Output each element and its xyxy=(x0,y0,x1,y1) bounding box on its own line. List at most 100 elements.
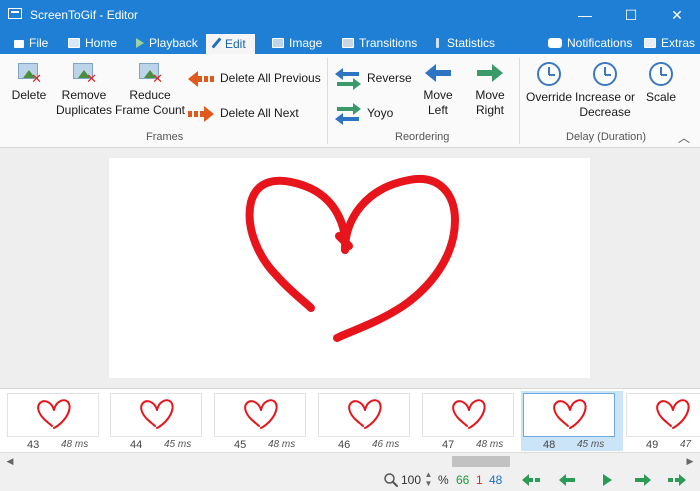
zoom-input[interactable]: 100 xyxy=(401,473,421,487)
frame-delay: 45 ms xyxy=(577,439,605,450)
move-left-label-1: Move xyxy=(423,88,453,102)
frame-delay: 48 ms xyxy=(61,439,89,450)
frame-delay: 46 ms xyxy=(372,439,400,450)
minimize-button[interactable]: — xyxy=(562,0,608,30)
clock-increase-icon xyxy=(593,62,617,86)
tab-statistics-label: Statistics xyxy=(447,36,496,50)
yoyo-icon xyxy=(335,103,361,125)
status-bar: 100 ▲▼ % 66 1 48 xyxy=(0,469,700,491)
tab-extras[interactable]: Extras xyxy=(644,33,695,54)
scale-label: Scale xyxy=(645,90,677,104)
frame-thumbnail-selected[interactable]: 48 45 ms xyxy=(521,391,623,451)
tab-notifications-label: Notifications xyxy=(567,36,633,50)
timeline-scrollbar[interactable]: ◀ ▶ xyxy=(0,452,700,469)
frame-thumbnail[interactable]: 46 46 ms xyxy=(316,391,418,451)
tab-file-label: File xyxy=(29,36,49,50)
reverse-button[interactable]: Reverse xyxy=(333,66,412,92)
frame-number: 44 xyxy=(130,439,143,451)
tab-notifications[interactable]: Notifications xyxy=(548,33,632,54)
pencil-icon xyxy=(211,37,222,49)
frame-delay: 47 ms xyxy=(680,439,693,451)
delete-button[interactable]: ✕ Delete xyxy=(8,62,50,103)
frame-thumbnail[interactable]: 44 45 ms xyxy=(108,391,210,451)
frame-current-index: 48 xyxy=(489,473,503,487)
zoom-stepper[interactable]: ▲▼ xyxy=(424,470,433,488)
remove-duplicates-button[interactable]: ✕ Remove Duplicates xyxy=(54,62,114,118)
frame-preview xyxy=(523,393,615,437)
scroll-thumb[interactable] xyxy=(452,456,510,467)
frame-number: 49 xyxy=(646,439,659,451)
move-right-button[interactable]: Move Right xyxy=(468,62,512,118)
delete-all-previous-label: Delete All Previous xyxy=(220,71,321,86)
home-icon xyxy=(68,38,80,48)
tab-statistics[interactable]: Statistics xyxy=(436,33,495,54)
frames-group-label: Frames xyxy=(146,131,184,143)
frame-delay: 45 ms xyxy=(164,439,192,450)
scale-button[interactable]: Scale xyxy=(642,62,680,105)
frame-thumbnail[interactable]: 47 48 ms xyxy=(420,391,522,451)
yoyo-label: Yoyo xyxy=(367,106,394,121)
frame-number: 46 xyxy=(338,439,351,451)
play-icon[interactable] xyxy=(596,472,618,488)
arrow-left-dashed-icon xyxy=(188,71,214,87)
tab-file[interactable]: File xyxy=(14,33,48,54)
tab-playback[interactable]: Playback xyxy=(136,33,198,54)
ribbon-tabs: File Home Playback Edit Image Transition… xyxy=(0,30,700,54)
frame-thumbnail[interactable]: 43 48 ms xyxy=(5,391,107,451)
tab-home[interactable]: Home xyxy=(68,33,117,54)
clock-scale-icon xyxy=(649,62,673,86)
increase-decrease-label-2: Decrease xyxy=(579,105,631,119)
scroll-left-button[interactable]: ◀ xyxy=(3,455,17,468)
info-icon xyxy=(436,38,439,48)
last-frame-icon[interactable] xyxy=(666,472,688,488)
reduce-frame-count-button[interactable]: ✕ Reduce Frame Count xyxy=(114,62,186,118)
play-icon xyxy=(136,38,144,48)
move-right-label-1: Move xyxy=(475,88,505,102)
collapse-ribbon-button[interactable]: ︿ xyxy=(677,132,691,144)
frame-delay: 48 ms xyxy=(268,439,296,450)
reverse-icon xyxy=(335,68,361,90)
frame-thumbnail[interactable]: 45 48 ms xyxy=(212,391,314,451)
tab-image[interactable]: Image xyxy=(272,33,322,54)
arrow-right-icon xyxy=(477,64,503,82)
arrow-right-dashed-icon xyxy=(188,106,214,122)
image-icon xyxy=(272,38,284,48)
increase-decrease-button[interactable]: Increase or Decrease xyxy=(574,62,636,120)
frame-number: 43 xyxy=(27,439,40,451)
tab-playback-label: Playback xyxy=(149,36,198,50)
frame-preview xyxy=(422,393,514,437)
editor-canvas xyxy=(0,148,700,388)
frame-number: 47 xyxy=(442,439,455,451)
tab-transitions[interactable]: Transitions xyxy=(342,33,417,54)
title-bar: ScreenToGif - Editor — ☐ ✕ xyxy=(0,0,700,30)
file-icon xyxy=(14,40,24,48)
frame-selected-count: 1 xyxy=(476,473,483,487)
frame-thumbnail[interactable]: 49 47 ms xyxy=(624,391,700,451)
tab-transitions-label: Transitions xyxy=(359,36,418,50)
delete-all-next-button[interactable]: Delete All Next xyxy=(186,103,299,125)
remove-duplicates-label-2: Duplicates xyxy=(55,103,113,117)
clock-override-icon xyxy=(537,62,561,86)
remove-duplicates-label-1: Remove xyxy=(61,88,107,102)
close-button[interactable]: ✕ xyxy=(654,0,700,30)
remove-duplicates-icon: ✕ xyxy=(71,62,97,85)
maximize-button[interactable]: ☐ xyxy=(608,0,654,30)
reduce-frame-count-label-2: Frame Count xyxy=(114,103,186,117)
frame-preview xyxy=(626,393,700,437)
first-frame-icon[interactable] xyxy=(520,472,542,488)
scroll-right-button[interactable]: ▶ xyxy=(683,455,697,468)
window-title: ScreenToGif - Editor xyxy=(30,8,139,22)
frame-total-count: 66 xyxy=(456,473,470,487)
previous-frame-icon[interactable] xyxy=(556,472,578,488)
tab-edit[interactable]: Edit xyxy=(206,34,255,54)
extras-icon xyxy=(644,38,656,48)
magnifier-icon xyxy=(384,473,398,487)
next-frame-icon[interactable] xyxy=(632,472,654,488)
current-frame-image[interactable] xyxy=(109,158,590,378)
reordering-group-label: Reordering xyxy=(395,131,450,143)
yoyo-button[interactable]: Yoyo xyxy=(333,101,393,127)
delete-all-previous-button[interactable]: Delete All Previous xyxy=(186,68,321,90)
move-left-button[interactable]: Move Left xyxy=(416,62,460,118)
frame-number: 45 xyxy=(234,439,247,451)
override-button[interactable]: Override xyxy=(524,62,574,105)
